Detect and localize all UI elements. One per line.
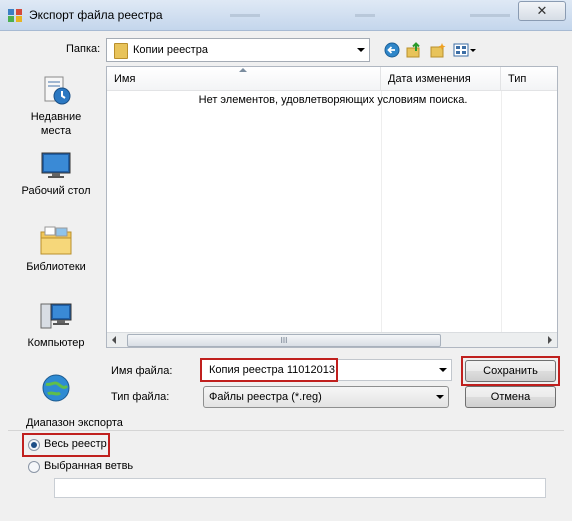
column-header-label: Имя bbox=[114, 73, 136, 85]
scroll-grip-icon: III bbox=[280, 336, 288, 345]
column-header-label: Дата изменения bbox=[388, 73, 471, 85]
sidebar-item-label: Недавние места bbox=[30, 111, 82, 137]
filename-highlight bbox=[200, 358, 338, 382]
column-header-type[interactable]: Тип bbox=[501, 67, 557, 91]
folder-up-icon[interactable] bbox=[406, 42, 422, 58]
sidebar-item-desktop[interactable]: Рабочий стол bbox=[8, 150, 104, 198]
dialog-title: Экспорт файла реестра bbox=[29, 8, 163, 22]
sidebar-item-libraries[interactable]: Библиотеки bbox=[8, 224, 104, 274]
close-button[interactable]: ✕ bbox=[518, 1, 566, 21]
sidebar-item-label: Библиотеки bbox=[26, 261, 86, 273]
network-icon bbox=[42, 374, 70, 402]
radio-selected-branch[interactable] bbox=[28, 461, 40, 473]
filename-label: Имя файла: bbox=[111, 365, 173, 377]
save-highlight bbox=[461, 356, 560, 386]
branch-path-input[interactable] bbox=[54, 478, 546, 498]
export-registry-dialog: Экспорт файла реестра ▬▬▬ ▬▬ ▬▬▬▬ ✕ Папк… bbox=[0, 0, 572, 521]
scroll-left-icon[interactable] bbox=[112, 336, 116, 344]
folder-label: Папка: bbox=[66, 43, 101, 55]
sidebar-item-network[interactable] bbox=[8, 372, 104, 408]
computer-icon bbox=[40, 303, 72, 329]
column-divider bbox=[501, 91, 502, 333]
new-folder-icon[interactable] bbox=[430, 42, 446, 58]
sidebar-item-recent-places[interactable]: Недавние места bbox=[8, 74, 104, 138]
empty-list-message: Нет элементов, удовлетворяющих условиям … bbox=[198, 94, 468, 106]
scroll-right-icon[interactable] bbox=[548, 336, 552, 344]
cancel-button-label: Отмена bbox=[490, 391, 531, 403]
filetype-label: Тип файла: bbox=[111, 391, 170, 403]
folder-icon bbox=[114, 43, 128, 59]
export-range-title: Диапазон экспорта bbox=[26, 417, 123, 429]
whole-registry-highlight bbox=[22, 433, 110, 457]
close-icon: ✕ bbox=[536, 3, 548, 18]
background-window-text: ▬▬▬ bbox=[230, 9, 260, 20]
column-header-name[interactable]: Имя bbox=[107, 67, 381, 91]
sidebar-item-computer[interactable]: Компьютер bbox=[8, 300, 104, 350]
column-header-label: Тип bbox=[508, 73, 527, 85]
libraries-icon bbox=[40, 226, 72, 255]
chevron-down-icon[interactable] bbox=[439, 368, 447, 372]
file-list[interactable]: Имя Дата изменения Тип Нет элементов, уд… bbox=[106, 66, 558, 348]
back-arrow-icon[interactable] bbox=[384, 42, 400, 58]
views-menu-icon[interactable] bbox=[453, 42, 477, 58]
background-window-text: ▬▬▬▬ bbox=[470, 9, 510, 20]
title-bar[interactable]: Экспорт файла реестра ▬▬▬ ▬▬ ▬▬▬▬ ✕ bbox=[0, 0, 572, 31]
column-header-date[interactable]: Дата изменения bbox=[381, 67, 501, 91]
chevron-down-icon bbox=[436, 395, 444, 399]
scrollbar-thumb[interactable]: III bbox=[127, 334, 441, 347]
radio-selected-branch-label[interactable]: Выбранная ветвь bbox=[44, 460, 133, 472]
cancel-button[interactable]: Отмена bbox=[465, 386, 556, 408]
registry-export-icon bbox=[8, 9, 22, 22]
sidebar-item-label: Компьютер bbox=[27, 337, 85, 349]
sort-ascending-icon bbox=[239, 68, 247, 72]
filetype-dropdown[interactable]: Файлы реестра (*.reg) bbox=[203, 386, 449, 408]
background-window-text: ▬▬ bbox=[355, 9, 375, 20]
horizontal-scrollbar[interactable]: III bbox=[107, 332, 557, 347]
column-divider bbox=[381, 91, 382, 333]
places-sidebar: Недавние места Рабочий стол Библиотеки К… bbox=[8, 66, 104, 406]
folder-value: Копии реестра bbox=[133, 44, 208, 56]
folder-dropdown[interactable]: Копии реестра bbox=[106, 38, 370, 62]
sidebar-item-label: Рабочий стол bbox=[21, 185, 91, 197]
chevron-down-icon bbox=[357, 48, 365, 52]
filetype-value: Файлы реестра (*.reg) bbox=[209, 391, 322, 403]
desktop-icon bbox=[41, 152, 71, 178]
group-divider bbox=[8, 430, 564, 431]
recent-places-icon bbox=[44, 76, 71, 105]
